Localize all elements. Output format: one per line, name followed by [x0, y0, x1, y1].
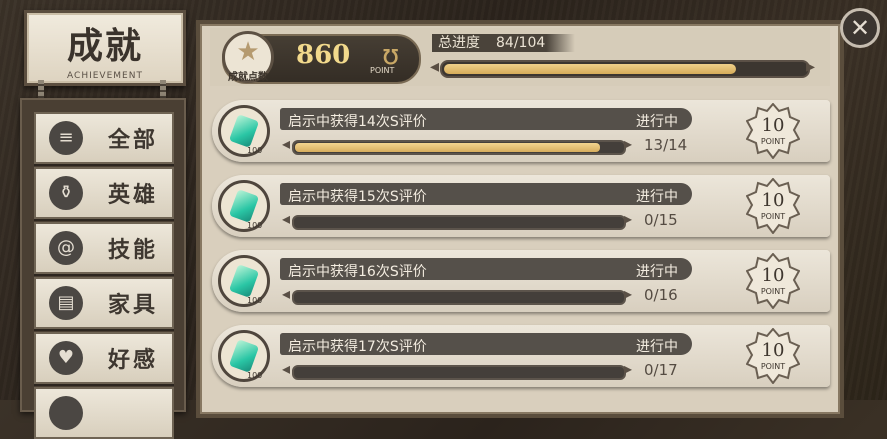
- bar-right-cap-icon: ▸: [624, 359, 633, 378]
- sidebar-item-label: 英雄: [107, 183, 158, 208]
- points-value: 860: [296, 40, 351, 70]
- achievement-count: 0/16: [644, 286, 678, 304]
- sidebar-item-affection[interactable]: ♥ 好感: [34, 332, 174, 384]
- achievement-progress-bar: [292, 140, 626, 155]
- sidebar-item-label: 全部: [107, 128, 158, 153]
- sidebar-item-furniture[interactable]: ▤ 家具: [34, 277, 174, 329]
- sidebar: ≡ 全部 ⚱ 英雄 @ 技能 ▤ 家具 ♥ 好感: [20, 98, 186, 439]
- sidebar-item-label: 家具: [107, 293, 158, 318]
- swirl-icon: @: [49, 231, 83, 265]
- badge-unit: POINT: [760, 287, 786, 296]
- bar-left-cap-icon: ◂: [430, 56, 440, 77]
- sidebar-item-label: 技能: [107, 238, 158, 263]
- total-progress-fill: [444, 64, 737, 74]
- achievement-row[interactable]: 100 启示中获得16次S评价 进行中 ◂ ▸ 0/16 10 POINT: [212, 250, 830, 312]
- star-icon: ★: [236, 37, 260, 67]
- sidebar-item-heroes[interactable]: ⚱ 英雄: [34, 167, 174, 219]
- achievement-progress-bar: [292, 290, 626, 305]
- bar-right-cap-icon: ▸: [624, 209, 633, 228]
- achievement-status: 进行中: [636, 264, 678, 280]
- close-button[interactable]: ✕: [840, 8, 880, 48]
- achievement-count: 13/14: [644, 136, 688, 154]
- achievement-row[interactable]: 100 启示中获得15次S评价 进行中 ◂ ▸ 0/15 10 POINT: [212, 175, 830, 237]
- achievement-status: 进行中: [636, 339, 678, 355]
- achievement-status: 进行中: [636, 189, 678, 205]
- achievement-progress-bar: [292, 215, 626, 230]
- point-badge: 10 POINT: [746, 253, 800, 309]
- point-badge: 10 POINT: [746, 103, 800, 159]
- bar-left-cap-icon: ◂: [282, 359, 291, 378]
- flourish-icon: ʊ: [382, 38, 400, 71]
- achievement-progress-fill: [295, 143, 600, 152]
- achievement-title: 启示中获得15次S评价: [288, 189, 427, 205]
- achievement-title: 启示中获得17次S评价: [288, 339, 427, 355]
- badge-points: 10: [761, 115, 785, 136]
- gem-quantity: 100: [247, 221, 263, 230]
- more-icon: [49, 396, 83, 430]
- bar-left-cap-icon: ◂: [282, 209, 291, 228]
- achievement-count: 0/17: [644, 361, 678, 379]
- sidebar-item-label: 好感: [107, 348, 158, 373]
- gem-quantity: 100: [247, 296, 263, 305]
- gem-reward: 100: [218, 255, 270, 307]
- total-progress-label: 总进度 84/104: [432, 34, 576, 52]
- badge-unit: POINT: [760, 362, 786, 371]
- sidebar-item-more[interactable]: [34, 387, 174, 439]
- badge-points: 10: [761, 340, 785, 361]
- bar-left-cap-icon: ◂: [282, 284, 291, 303]
- gem-icon: [228, 264, 260, 298]
- gem-quantity: 100: [247, 146, 263, 155]
- badge-unit: POINT: [760, 137, 786, 146]
- gem-reward: 100: [218, 180, 270, 232]
- bar-right-cap-icon: ▸: [624, 134, 633, 153]
- points-caption: 成就点数: [228, 72, 268, 83]
- bar-right-cap-icon: ▸: [806, 56, 816, 77]
- total-progress-bar: [440, 60, 810, 78]
- sidebar-item-all[interactable]: ≡ 全部: [34, 112, 174, 164]
- achievement-title: 启示中获得14次S评价: [288, 114, 427, 130]
- bar-right-cap-icon: ▸: [624, 284, 633, 303]
- title-plaque: 成就 ACHIEVEMENT: [24, 10, 186, 86]
- gem-icon: [228, 339, 260, 373]
- potion-icon: ⚱: [49, 176, 83, 210]
- achievement-status: 进行中: [636, 114, 678, 130]
- point-badge: 10 POINT: [746, 328, 800, 384]
- point-badge: 10 POINT: [746, 178, 800, 234]
- gem-quantity: 100: [247, 371, 263, 380]
- sidebar-item-skills[interactable]: @ 技能: [34, 222, 174, 274]
- badge-unit: POINT: [760, 212, 786, 221]
- books-icon: ≡: [49, 121, 83, 155]
- total-progress-title: 总进度: [438, 35, 480, 51]
- achievement-count: 0/15: [644, 211, 678, 229]
- achievement-row[interactable]: 100 启示中获得14次S评价 进行中 ◂ ▸ 13/14 10 POINT: [212, 100, 830, 162]
- achievement-title: 启示中获得16次S评价: [288, 264, 427, 280]
- badge-points: 10: [761, 265, 785, 286]
- gem-reward: 100: [218, 330, 270, 382]
- achievement-row[interactable]: 100 启示中获得17次S评价 进行中 ◂ ▸ 0/17 10 POINT: [212, 325, 830, 387]
- gem-icon: [228, 114, 260, 148]
- gem-reward: 100: [218, 105, 270, 157]
- close-icon: ✕: [849, 14, 871, 42]
- cabinet-icon: ▤: [49, 286, 83, 320]
- bar-left-cap-icon: ◂: [282, 134, 291, 153]
- badge-points: 10: [761, 190, 785, 211]
- points-medal: ★ 成就点数: [222, 31, 274, 83]
- total-progress-count: 84/104: [496, 35, 546, 51]
- page-title: 成就: [66, 26, 143, 67]
- achievement-progress-bar: [292, 365, 626, 380]
- hearts-icon: ♥: [49, 341, 83, 375]
- gem-icon: [228, 189, 260, 223]
